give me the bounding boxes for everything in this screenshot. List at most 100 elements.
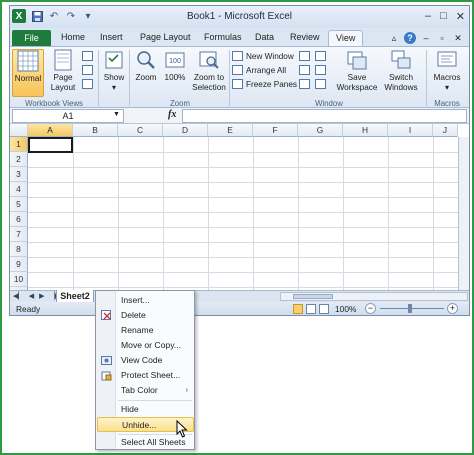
minimize-icon[interactable]: – — [425, 10, 431, 23]
zoom-to-selection-label-2: Selection — [192, 82, 226, 92]
workbook-restore-icon[interactable]: ▫ — [436, 32, 448, 44]
row-header[interactable]: 7 — [10, 227, 28, 242]
row-header[interactable]: 8 — [10, 242, 28, 257]
name-box[interactable]: A1 — [12, 109, 124, 123]
hide-window-icon — [299, 65, 310, 75]
view-side-by-side-button[interactable] — [315, 51, 326, 61]
column-header[interactable]: D — [163, 124, 208, 137]
freeze-panes-button[interactable]: Freeze Panes▾ — [232, 79, 304, 89]
workbook-close-icon[interactable]: ✕ — [452, 32, 464, 44]
new-window-button[interactable]: New Window — [232, 51, 294, 61]
tab-insert[interactable]: Insert — [100, 32, 123, 42]
zoom-level[interactable]: 100% — [335, 304, 356, 314]
vertical-scrollbar[interactable] — [458, 137, 469, 290]
tab-formulas[interactable]: Formulas — [204, 32, 242, 42]
column-header[interactable]: J — [433, 124, 458, 137]
sheet-navigation: ◀▏ ◀ ▶ ▕▶ — [13, 292, 60, 300]
reset-window-position-button[interactable] — [315, 79, 326, 89]
zoom-to-selection-button[interactable]: Zoom to Selection — [190, 49, 228, 97]
excel-window: X ↶ ↷ ▾ Book1 - Microsoft Excel – □ ✕ Fi… — [9, 5, 470, 316]
menu-item-view-code[interactable]: View Code — [97, 353, 194, 368]
column-header[interactable]: H — [343, 124, 388, 137]
tab-home[interactable]: Home — [61, 32, 85, 42]
hide-window-button[interactable] — [299, 65, 310, 75]
normal-view-shortcut-icon[interactable] — [293, 304, 303, 314]
sheet-tab-bar: ◀▏ ◀ ▶ ▕▶ Sheet2 — [10, 290, 469, 303]
prev-sheet-icon[interactable]: ◀ — [29, 292, 34, 300]
menu-item-delete[interactable]: Delete — [97, 308, 194, 323]
insert-function-icon[interactable]: fx — [168, 109, 176, 120]
worksheet-grid[interactable]: A B C D E F G H I J 1 2 3 4 5 6 7 8 9 10… — [10, 124, 469, 290]
close-icon[interactable]: ✕ — [456, 10, 465, 23]
column-header[interactable]: G — [298, 124, 343, 137]
row-header[interactable]: 2 — [10, 152, 28, 167]
row-header[interactable]: 6 — [10, 212, 28, 227]
zoom-out-icon[interactable]: − — [365, 303, 376, 314]
gridline — [28, 152, 469, 153]
tab-review[interactable]: Review — [290, 32, 320, 42]
menu-separator — [118, 400, 192, 401]
row-header[interactable]: 1 — [10, 137, 28, 152]
page-break-shortcut-icon[interactable] — [319, 304, 329, 314]
row-header[interactable]: 10 — [10, 272, 28, 287]
menu-item-move-or-copy[interactable]: Move or Copy... — [97, 338, 194, 353]
macros-button[interactable]: Macros ▾ — [428, 49, 466, 97]
formula-input[interactable] — [182, 109, 467, 123]
show-icon — [103, 49, 125, 71]
column-header[interactable]: B — [73, 124, 118, 137]
page-layout-shortcut-icon[interactable] — [306, 304, 316, 314]
full-screen-button[interactable] — [82, 79, 93, 89]
tab-view[interactable]: View — [328, 30, 364, 47]
zoom-label: Zoom — [135, 73, 157, 82]
menu-item-rename[interactable]: Rename — [97, 323, 194, 338]
column-header[interactable]: A — [28, 124, 73, 137]
first-sheet-icon[interactable]: ◀▏ — [13, 292, 24, 300]
switch-windows-button[interactable]: Switch Windows — [380, 49, 422, 97]
macros-dropdown-icon: ▾ — [444, 82, 450, 92]
title-bar: X ↶ ↷ ▾ Book1 - Microsoft Excel – □ ✕ — [10, 6, 469, 28]
zoom-slider-knob[interactable] — [408, 304, 412, 313]
active-cell-a1[interactable] — [28, 137, 73, 153]
menu-item-tab-color[interactable]: Tab Color › — [97, 383, 194, 398]
name-box-dropdown-icon[interactable]: ▼ — [113, 111, 120, 118]
tab-file[interactable]: File — [12, 30, 51, 46]
page-layout-button[interactable]: Page Layout — [46, 49, 80, 97]
column-header[interactable]: C — [118, 124, 163, 137]
column-header[interactable]: F — [253, 124, 298, 137]
workbook-minimize-icon[interactable]: – — [420, 32, 432, 44]
scroll-thumb[interactable] — [293, 294, 333, 299]
row-header[interactable]: 4 — [10, 182, 28, 197]
maximize-icon[interactable]: □ — [440, 10, 447, 23]
tab-page-layout[interactable]: Page Layout — [140, 32, 191, 42]
next-sheet-icon[interactable]: ▶ — [39, 292, 44, 300]
menu-item-insert[interactable]: Insert... — [97, 293, 194, 308]
gridline — [388, 137, 389, 290]
tab-data[interactable]: Data — [255, 32, 274, 42]
menu-item-protect-sheet[interactable]: Protect Sheet... — [97, 368, 194, 383]
column-header[interactable]: I — [388, 124, 433, 137]
synchronous-scrolling-button[interactable] — [315, 65, 326, 75]
custom-views-button[interactable] — [82, 65, 93, 75]
split-button[interactable] — [299, 51, 310, 61]
normal-view-button[interactable]: Normal — [12, 49, 44, 97]
page-break-preview-button[interactable] — [82, 51, 93, 61]
menu-item-hide[interactable]: Hide — [97, 402, 194, 417]
arrange-all-button[interactable]: Arrange All — [232, 65, 286, 75]
unhide-window-button[interactable] — [299, 79, 310, 89]
column-header[interactable]: E — [208, 124, 253, 137]
save-workspace-button[interactable]: Save Workspace — [336, 49, 378, 97]
zoom-in-icon[interactable]: + — [447, 303, 458, 314]
horizontal-scrollbar[interactable] — [280, 292, 468, 301]
show-button[interactable]: Show ▾ — [100, 49, 128, 97]
zoom-button[interactable]: Zoom — [132, 49, 160, 97]
select-all-corner[interactable] — [10, 124, 28, 137]
row-header[interactable]: 3 — [10, 167, 28, 182]
zoom-100-button[interactable]: 100 100% — [161, 49, 189, 97]
minimize-ribbon-icon[interactable]: ▵ — [388, 32, 400, 44]
row-header[interactable]: 5 — [10, 197, 28, 212]
row-header[interactable]: 9 — [10, 257, 28, 272]
help-icon[interactable]: ? — [404, 32, 416, 44]
normal-view-label: Normal — [14, 74, 42, 83]
window-title: Book1 - Microsoft Excel — [186, 11, 293, 22]
zoom-slider[interactable] — [380, 308, 444, 309]
